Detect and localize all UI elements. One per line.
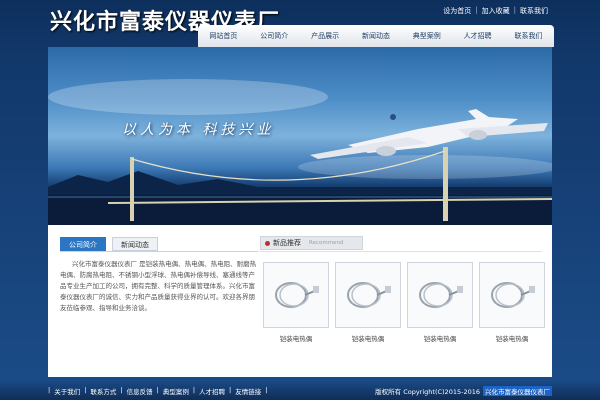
separator: |: [192, 386, 196, 394]
set-homepage-link[interactable]: 设为首页: [443, 6, 471, 16]
main-nav: 网站首页 公司简介 产品展示 新闻动态 典型案例 人才招聘 联系我们: [198, 25, 554, 47]
nav-item-home[interactable]: 网站首页: [209, 31, 237, 41]
product-name[interactable]: 铠装电热偶: [335, 333, 401, 343]
products-divider: [260, 251, 542, 252]
product-name[interactable]: 铠装电热偶: [479, 333, 545, 343]
tab-divider: [60, 251, 258, 252]
separator: |: [265, 386, 268, 394]
footer-link-friends[interactable]: 友情链接: [235, 386, 261, 396]
copyright: 版权所有 Copyright(C)2015-2016 兴化市富泰仪器仪表厂: [375, 386, 552, 396]
products-header: 新品推荐 Recommend: [260, 236, 363, 250]
product-name[interactable]: 铠装电热偶: [263, 333, 329, 343]
content-panel: 公司简介 新闻动态 兴化市富泰仪器仪表厂 是铠装热电偶、热电偶、热电阻、耐磨热电…: [48, 225, 552, 377]
product-list: 铠装电热偶 铠装电热偶 铠装电热偶 铠装电热偶: [263, 262, 545, 343]
site-header: 兴化市富泰仪器仪表厂 设为首页 | 加入收藏 | 联系我们 网站首页 公司简介 …: [0, 0, 600, 48]
nav-item-contact[interactable]: 联系我们: [514, 31, 542, 41]
tab-about[interactable]: 公司简介: [60, 237, 106, 251]
nav-item-products[interactable]: 产品展示: [311, 31, 339, 41]
tab-news[interactable]: 新闻动态: [112, 237, 158, 251]
coiled-cable-icon: [419, 282, 463, 308]
copyright-company: 兴化市富泰仪器仪表厂: [483, 386, 552, 396]
product-card[interactable]: 铠装电热偶: [407, 262, 473, 343]
separator: |: [513, 6, 516, 14]
copyright-text: 版权所有 Copyright(C)2015-2016: [375, 388, 480, 396]
nav-item-about[interactable]: 公司简介: [260, 31, 288, 41]
footer-link-about[interactable]: 关于我们: [54, 386, 80, 396]
footer-links: | 关于我们 | 联系方式 | 信息反馈 | 典型案例 | 人才招聘 | 友情链…: [48, 386, 267, 396]
banner-slogan: 以人为本 科技兴业: [122, 122, 275, 138]
footer-link-cases[interactable]: 典型案例: [163, 386, 189, 396]
product-card[interactable]: 铠装电热偶: [263, 262, 329, 343]
red-dot-icon: [265, 240, 270, 246]
company-intro: 兴化市富泰仪器仪表厂 是铠装热电偶、热电偶、热电阻、耐磨热电偶、防腐热电阻、不锈…: [60, 260, 257, 312]
contact-link[interactable]: 联系我们: [520, 6, 548, 16]
footer-link-jobs[interactable]: 人才招聘: [199, 386, 225, 396]
product-thumbnail[interactable]: [479, 262, 545, 328]
products-title: 新品推荐: [273, 239, 301, 247]
separator: |: [48, 386, 51, 394]
product-thumbnail[interactable]: [407, 262, 473, 328]
product-thumbnail[interactable]: [335, 262, 401, 328]
nav-item-news[interactable]: 新闻动态: [362, 31, 390, 41]
coiled-cable-icon: [275, 282, 319, 308]
separator: |: [120, 386, 123, 394]
product-thumbnail[interactable]: [263, 262, 329, 328]
add-favorite-link[interactable]: 加入收藏: [482, 6, 510, 16]
nav-item-jobs[interactable]: 人才招聘: [464, 31, 492, 41]
site-footer: | 关于我们 | 联系方式 | 信息反馈 | 典型案例 | 人才招聘 | 友情链…: [48, 385, 552, 397]
coiled-cable-icon: [347, 282, 391, 308]
coiled-cable-icon: [491, 282, 535, 308]
separator: |: [156, 386, 159, 394]
separator: |: [229, 386, 232, 394]
separator: |: [475, 6, 478, 14]
product-card[interactable]: 铠装电热偶: [479, 262, 545, 343]
nav-item-cases[interactable]: 典型案例: [413, 31, 441, 41]
products-title-en: Recommend: [309, 240, 344, 246]
about-tabs: 公司简介 新闻动态: [60, 237, 158, 251]
footer-link-contact[interactable]: 联系方式: [90, 386, 116, 396]
product-card[interactable]: 铠装电热偶: [335, 262, 401, 343]
product-name[interactable]: 铠装电热偶: [407, 333, 473, 343]
footer-link-feedback[interactable]: 信息反馈: [127, 386, 153, 396]
top-links: 设为首页 | 加入收藏 | 联系我们: [443, 6, 548, 16]
separator: |: [84, 386, 87, 394]
hero-banner: 以人为本 科技兴业: [48, 47, 552, 225]
